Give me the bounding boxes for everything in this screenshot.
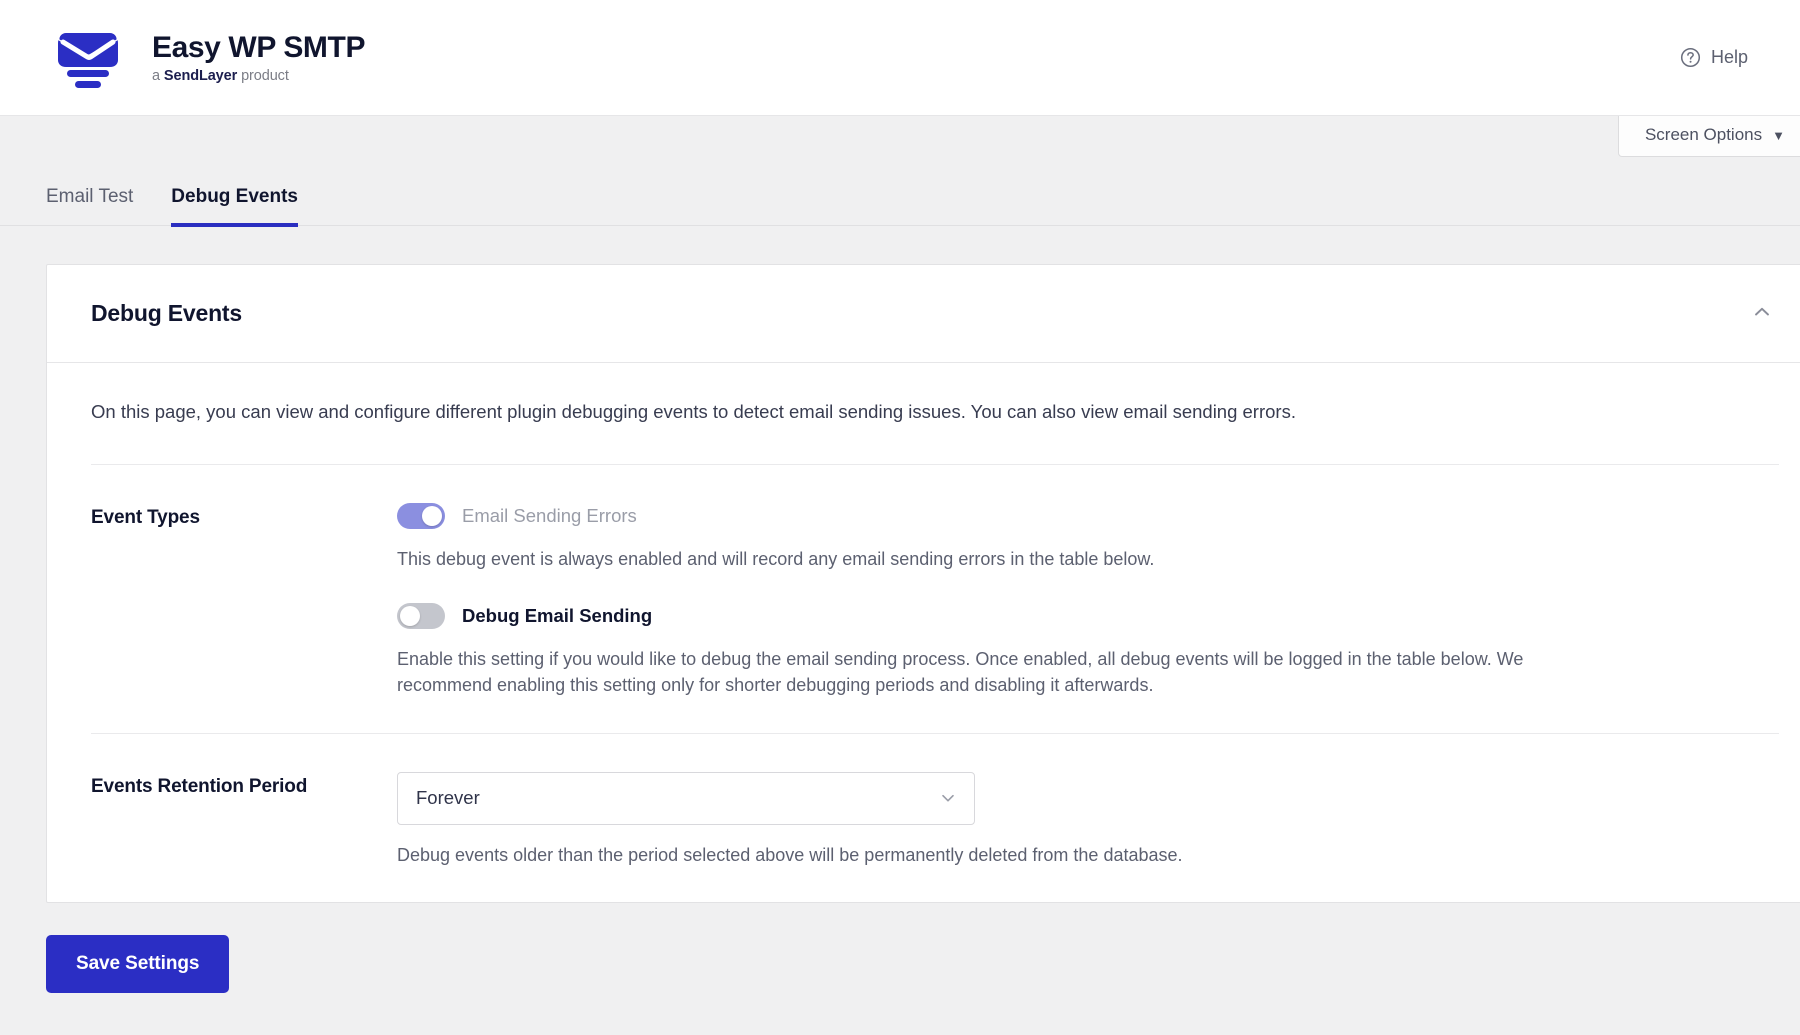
brand-text: Easy WP SMTP a SendLayer product (152, 31, 365, 84)
events-retention-period-control: Forever Debug events older than the peri… (397, 772, 1779, 868)
toggle-email-sending-errors[interactable] (397, 503, 445, 529)
brand-subtitle: a SendLayer product (152, 68, 365, 84)
card-header: Debug Events (47, 265, 1800, 363)
brand: Easy WP SMTP a SendLayer product (46, 27, 365, 89)
question-circle-icon (1680, 47, 1701, 68)
screen-options-button[interactable]: Screen Options ▼ (1618, 116, 1800, 157)
help-link[interactable]: Help (1680, 47, 1748, 68)
brand-sub-strong: SendLayer (164, 68, 237, 84)
brand-sub-suffix: product (237, 68, 289, 84)
retention-select-wrap: Forever (397, 772, 975, 825)
toggle-group-email-sending-errors: Email Sending Errors This debug event is… (397, 503, 1779, 572)
toggle-group-debug-email-sending: Debug Email Sending Enable this setting … (397, 603, 1779, 699)
toggle-knob (422, 506, 442, 526)
help-text-retention-period: Debug events older than the period selec… (397, 842, 1557, 868)
page-description: On this page, you can view and configure… (91, 363, 1779, 465)
save-row: Save Settings (0, 903, 1800, 993)
save-settings-button[interactable]: Save Settings (46, 935, 229, 993)
app-header: Easy WP SMTP a SendLayer product Help (0, 0, 1800, 116)
screen-options-label: Screen Options (1645, 125, 1762, 144)
toggle-line: Debug Email Sending (397, 603, 1779, 629)
card-body: On this page, you can view and configure… (47, 363, 1800, 902)
event-types-control: Email Sending Errors This debug event is… (397, 503, 1779, 699)
app-title: Easy WP SMTP (152, 31, 365, 65)
chevron-down-icon: ▼ (1772, 128, 1785, 143)
toggle-line: Email Sending Errors (397, 503, 1779, 529)
tab-email-test[interactable]: Email Test (46, 186, 133, 227)
toggle-label-debug-email-sending: Debug Email Sending (462, 605, 652, 627)
card-collapse-button[interactable] (1745, 295, 1779, 332)
field-events-retention-period: Events Retention Period Forever Debug ev… (91, 733, 1779, 902)
retention-period-select[interactable]: Forever (397, 772, 975, 825)
card-title: Debug Events (91, 300, 242, 327)
envelope-logo-icon (46, 27, 130, 89)
help-label: Help (1711, 47, 1748, 68)
brand-sub-prefix: a (152, 68, 164, 84)
screen-options-row: Screen Options ▼ (0, 116, 1800, 162)
toggle-knob (400, 606, 420, 626)
event-types-label: Event Types (91, 503, 397, 699)
chevron-up-icon (1751, 301, 1773, 326)
help-text-email-sending-errors: This debug event is always enabled and w… (397, 546, 1557, 572)
help-text-debug-email-sending: Enable this setting if you would like to… (397, 646, 1557, 699)
tab-bar: Email Test Debug Events (0, 170, 1800, 226)
events-retention-period-label: Events Retention Period (91, 772, 397, 868)
debug-events-card: Debug Events On this page, you can view … (46, 264, 1800, 903)
toggle-debug-email-sending[interactable] (397, 603, 445, 629)
field-event-types: Event Types Email Sending Errors This de… (91, 465, 1779, 733)
toggle-label-email-sending-errors: Email Sending Errors (462, 505, 637, 527)
retention-period-value: Forever (416, 787, 480, 809)
tab-debug-events[interactable]: Debug Events (171, 186, 298, 227)
